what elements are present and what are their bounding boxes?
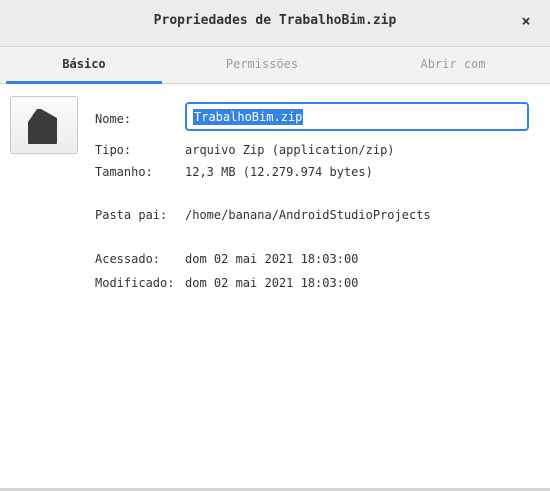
type-value: arquivo Zip (application/zip) <box>185 143 395 157</box>
file-icon-button[interactable] <box>10 96 78 154</box>
name-field-value[interactable]: TrabalhoBim.zip <box>193 109 304 125</box>
modified-value: dom 02 mai 2021 18:03:00 <box>185 276 359 290</box>
accessed-value: dom 02 mai 2021 18:03:00 <box>185 252 359 266</box>
name-label: Nome: <box>95 112 132 126</box>
tab-permissoes[interactable]: Permissões <box>184 47 340 83</box>
accessed-label: Acessado: <box>95 252 161 266</box>
modified-label: Modificado: <box>95 276 175 290</box>
title-bar: Propriedades de TrabalhoBim.zip × <box>0 0 550 47</box>
window-title: Propriedades de TrabalhoBim.zip <box>153 13 397 28</box>
parent-folder-value: /home/banana/AndroidStudioProjects <box>185 208 431 222</box>
name-field[interactable]: TrabalhoBim.zip <box>185 102 529 131</box>
type-label: Tipo: <box>95 143 132 157</box>
close-icon[interactable]: × <box>516 11 536 31</box>
size-value: 12,3 MB (12.279.974 bytes) <box>185 165 373 179</box>
parent-folder-label: Pasta pai: <box>95 208 168 222</box>
tab-bar: Básico Permissões Abrir com <box>0 47 550 84</box>
size-label: Tamanho: <box>95 165 153 179</box>
tab-abrir-com[interactable]: Abrir com <box>375 47 531 83</box>
archive-file-icon <box>28 109 57 144</box>
tab-basico[interactable]: Básico <box>6 47 162 84</box>
